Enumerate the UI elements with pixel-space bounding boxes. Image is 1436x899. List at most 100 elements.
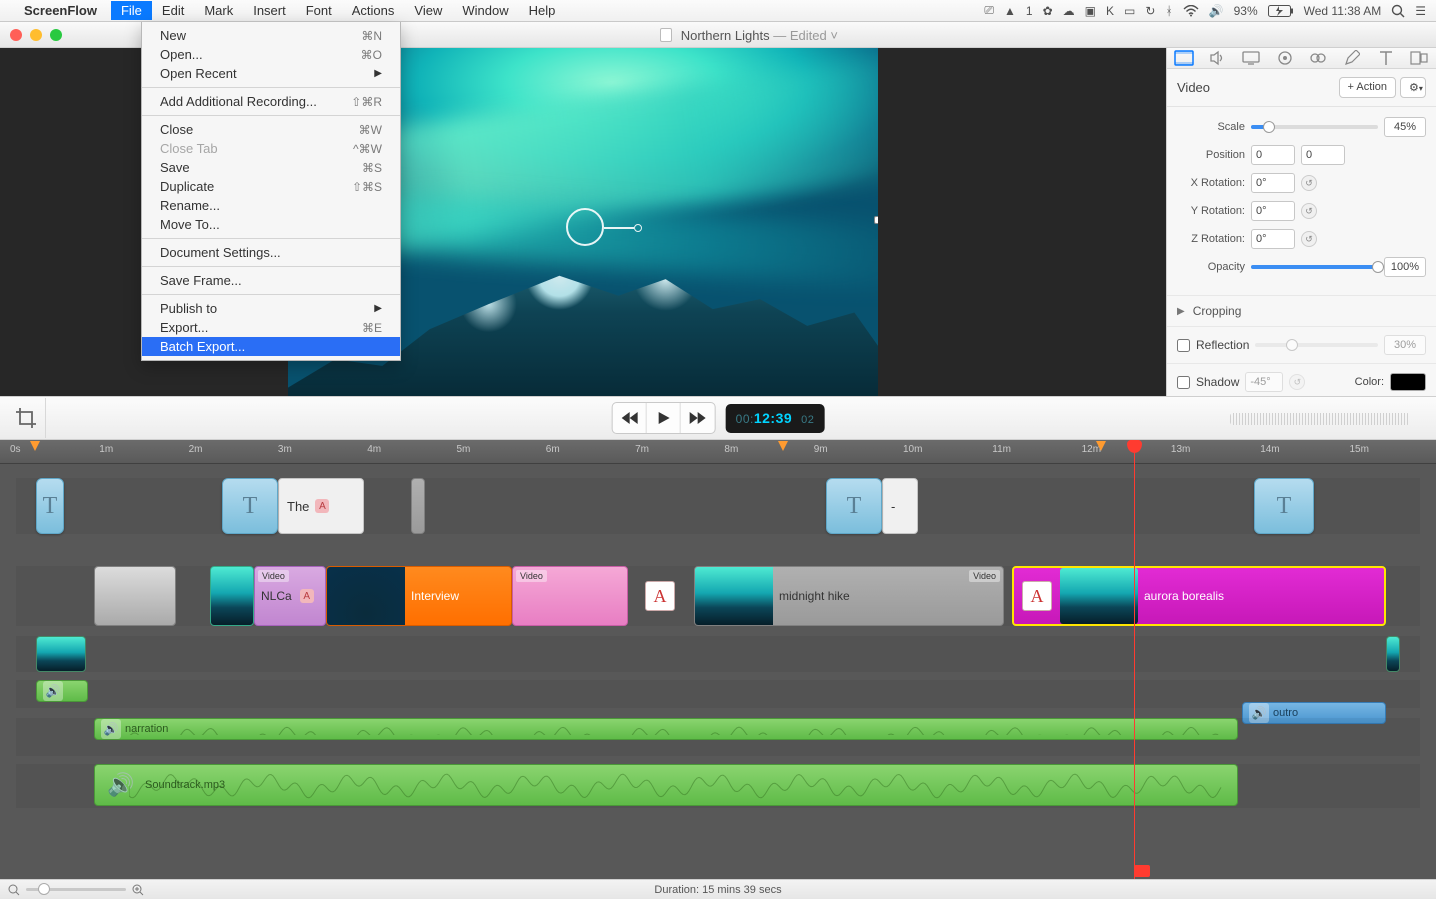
gear-button[interactable]: ⚙▾: [1400, 77, 1426, 98]
menu-help[interactable]: Help: [519, 1, 566, 20]
timeline-scroll-thumb[interactable]: [1230, 413, 1410, 425]
tab-touch-icon[interactable]: [1306, 48, 1330, 68]
selection-handle[interactable]: [874, 216, 878, 224]
scale-value[interactable]: 45%: [1384, 117, 1426, 137]
opacity-value[interactable]: 100%: [1384, 257, 1426, 277]
thumb-clip[interactable]: N: [36, 636, 86, 672]
zoom-slider[interactable]: [26, 888, 126, 891]
battery-icon[interactable]: [1268, 5, 1294, 17]
adobe-icon[interactable]: ▲: [1004, 4, 1016, 18]
menu-item-document-settings[interactable]: Document Settings...: [142, 243, 400, 262]
timeline-ruler[interactable]: 0s1m2m3m4m5m6m7m8m9m10m11m12m13m14m15m: [0, 440, 1436, 464]
opacity-slider[interactable]: [1251, 265, 1378, 269]
audio-clip-soundtrack[interactable]: 🔊Soundtrack.mp3: [94, 764, 1238, 806]
airplay-icon[interactable]: ▭: [1124, 4, 1135, 18]
tab-screen-icon[interactable]: [1239, 48, 1263, 68]
sync-icon[interactable]: ↻: [1145, 4, 1155, 18]
callout-annotation[interactable]: [566, 208, 604, 246]
zoom-in-icon[interactable]: [132, 884, 144, 896]
menu-item-rename[interactable]: Rename...: [142, 196, 400, 215]
timecode-display[interactable]: 00:12:39 02: [726, 404, 825, 433]
track-3[interactable]: N: [16, 636, 1420, 672]
track-1[interactable]: TTThe AT-T: [16, 478, 1420, 534]
clock[interactable]: Wed 11:38 AM: [1304, 4, 1382, 18]
tab-annotation-icon[interactable]: [1340, 48, 1364, 68]
shadow-color-swatch[interactable]: [1390, 373, 1426, 391]
tab-text-icon[interactable]: [1374, 48, 1398, 68]
photo-clip[interactable]: [94, 566, 176, 626]
menu-item-new[interactable]: New⌘N: [142, 26, 400, 45]
reflection-value[interactable]: 30%: [1384, 335, 1426, 355]
zrot-value[interactable]: 0°: [1251, 229, 1295, 249]
tab-media-icon[interactable]: [1407, 48, 1431, 68]
shadow-angle-reset[interactable]: ↺: [1289, 374, 1305, 390]
title-clip[interactable]: T: [1254, 478, 1314, 534]
menu-window[interactable]: Window: [452, 1, 518, 20]
xrot-reset[interactable]: ↺: [1301, 175, 1317, 191]
menu-item-duplicate[interactable]: Duplicate⇧⌘S: [142, 177, 400, 196]
k-icon[interactable]: K: [1106, 4, 1114, 18]
zoom-out-icon[interactable]: [8, 884, 20, 896]
video-clip-interview[interactable]: Interview: [326, 566, 512, 626]
menu-item-batch-export[interactable]: Batch Export...: [142, 337, 400, 356]
tab-audio-icon[interactable]: [1205, 48, 1229, 68]
menu-edit[interactable]: Edit: [152, 1, 194, 20]
video-clip-midnight-hike[interactable]: midnight hikeVideo: [694, 566, 1004, 626]
menu-item-export[interactable]: Export...⌘E: [142, 318, 400, 337]
menu-font[interactable]: Font: [296, 1, 342, 20]
menu-file[interactable]: File: [111, 1, 152, 20]
track-2[interactable]: VideoNLCaAInterviewVideoAmidnight hikeVi…: [16, 566, 1420, 626]
video-clip-small[interactable]: [411, 478, 425, 534]
shadow-angle[interactable]: -45°: [1245, 372, 1283, 392]
playhead-end-marker[interactable]: [1134, 865, 1150, 877]
camera-icon[interactable]: ⎚: [984, 3, 994, 18]
notification-icon[interactable]: ☰: [1415, 4, 1426, 18]
menu-view[interactable]: View: [404, 1, 452, 20]
cloud-icon[interactable]: ☁: [1063, 4, 1075, 18]
menu-item-save[interactable]: Save⌘S: [142, 158, 400, 177]
reflection-slider[interactable]: [1255, 343, 1378, 347]
aurora-thumb-clip[interactable]: [210, 566, 254, 626]
box-icon[interactable]: ▣: [1085, 4, 1096, 18]
timeline-marker[interactable]: [778, 441, 788, 451]
zrot-reset[interactable]: ↺: [1301, 231, 1317, 247]
forward-button[interactable]: [681, 403, 715, 433]
xrot-value[interactable]: 0°: [1251, 173, 1295, 193]
title-text-clip[interactable]: The A: [278, 478, 364, 534]
spotlight-icon[interactable]: [1391, 4, 1405, 18]
audio-clip-narration[interactable]: 🔊narration: [94, 718, 1238, 740]
minimize-window-button[interactable]: [30, 29, 42, 41]
menu-item-add-additional-recording[interactable]: Add Additional Recording...⇧⌘R: [142, 92, 400, 111]
evernote-icon[interactable]: ✿: [1043, 4, 1053, 18]
title-clip[interactable]: T: [36, 478, 64, 534]
scale-slider[interactable]: [1251, 125, 1378, 129]
menu-item-move-to[interactable]: Move To...: [142, 215, 400, 234]
position-y[interactable]: 0: [1301, 145, 1345, 165]
thumb-clip[interactable]: [1386, 636, 1400, 672]
disclosure-icon[interactable]: ▶: [1177, 306, 1185, 317]
yrot-reset[interactable]: ↺: [1301, 203, 1317, 219]
menu-item-open[interactable]: Open...⌘O: [142, 45, 400, 64]
playhead[interactable]: [1134, 440, 1135, 879]
position-x[interactable]: 0: [1251, 145, 1295, 165]
tab-video-icon[interactable]: [1172, 48, 1196, 68]
menu-mark[interactable]: Mark: [194, 1, 243, 20]
zoom-window-button[interactable]: [50, 29, 62, 41]
reflection-checkbox[interactable]: [1177, 339, 1190, 352]
track-4[interactable]: 🔊🔊outro: [16, 680, 1420, 708]
tab-callout-icon[interactable]: [1273, 48, 1297, 68]
track-6[interactable]: 🔊Soundtrack.mp3: [16, 764, 1420, 808]
document-title[interactable]: Northern Lights: [681, 28, 770, 43]
crop-tool-button[interactable]: [6, 398, 46, 438]
menu-item-close[interactable]: Close⌘W: [142, 120, 400, 139]
volume-icon[interactable]: 🔊: [1209, 4, 1224, 18]
title-text-clip[interactable]: -: [882, 478, 918, 534]
bluetooth-icon[interactable]: ᚼ: [1165, 4, 1172, 18]
audio-clip-short[interactable]: 🔊: [36, 680, 88, 702]
menu-item-publish-to[interactable]: Publish to▶: [142, 299, 400, 318]
title-clip[interactable]: T: [826, 478, 882, 534]
menu-insert[interactable]: Insert: [243, 1, 296, 20]
video-clip-aurora-borealis[interactable]: Aaurora borealis: [1012, 566, 1386, 626]
add-action-button[interactable]: + Action: [1339, 77, 1396, 98]
video-clip-pink[interactable]: Video: [512, 566, 628, 626]
